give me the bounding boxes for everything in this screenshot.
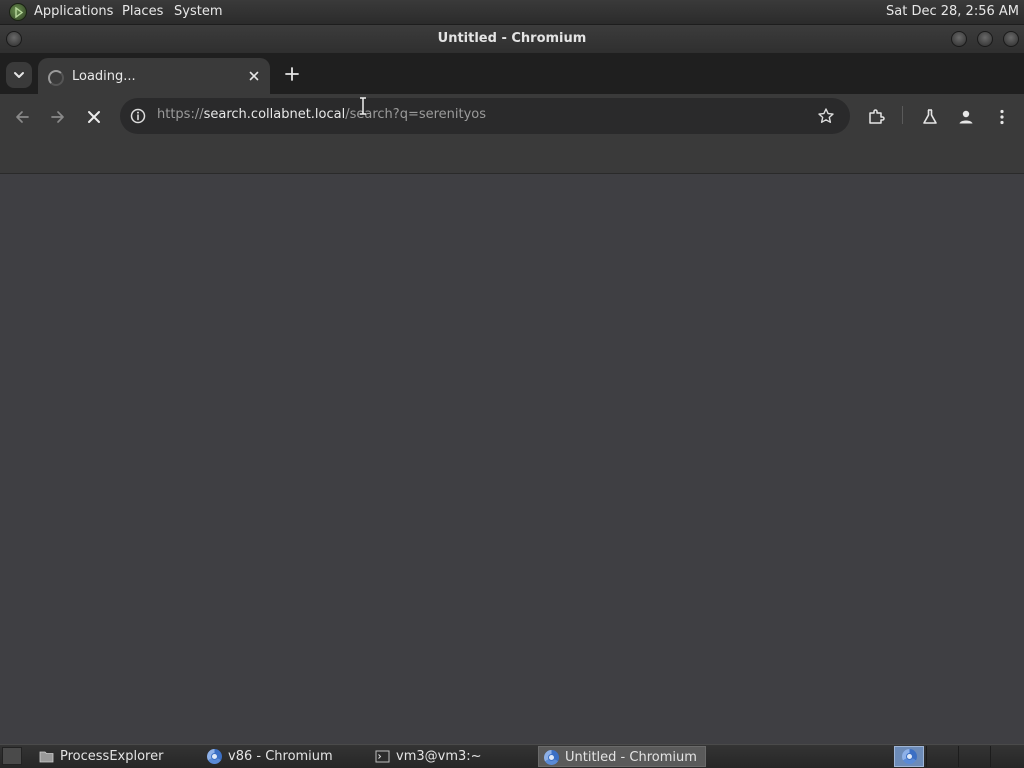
clock[interactable]: Sat Dec 28, 2:56 AM <box>886 4 1019 19</box>
top-panel: Applications Places System Sat Dec 28, 2… <box>0 0 1024 25</box>
window-title: Untitled - Chromium <box>437 31 587 46</box>
applications-logo-icon[interactable] <box>9 3 27 21</box>
extensions-icon <box>869 109 885 124</box>
chromium-icon <box>207 749 222 764</box>
profile-icon <box>959 110 973 124</box>
labs-flask-icon <box>923 109 937 124</box>
close-window-button[interactable] <box>1003 31 1019 47</box>
minimize-button[interactable] <box>951 31 967 47</box>
terminal-icon <box>375 750 390 763</box>
bookmark-star-icon[interactable] <box>816 106 836 126</box>
stop-icon <box>88 111 100 123</box>
taskbar-item-v86-chromium[interactable]: v86 - Chromium <box>202 746 368 767</box>
maximize-button[interactable] <box>977 31 993 47</box>
taskbar-item-label: v86 - Chromium <box>228 749 333 764</box>
address-bar[interactable]: https://search.collabnet.local/search?q=… <box>120 98 850 134</box>
taskbar-item-label: vm3@vm3:~ <box>396 749 482 764</box>
back-icon <box>16 111 29 123</box>
workspace-4-button[interactable] <box>990 746 1020 767</box>
stop-loading-button[interactable] <box>84 107 104 127</box>
window-titlebar[interactable]: Untitled - Chromium <box>0 25 1024 54</box>
text-cursor-icon <box>360 97 366 115</box>
taskbar-item-untitled-chromium[interactable]: Untitled - Chromium <box>538 746 706 767</box>
workspace-2-button[interactable] <box>926 746 956 767</box>
places-menu[interactable]: Places <box>122 4 163 19</box>
browser-toolbar: https://search.collabnet.local/search?q=… <box>0 94 1024 140</box>
taskbar-item-label: Untitled - Chromium <box>565 750 697 765</box>
loading-spinner-icon <box>48 70 64 86</box>
taskbar-item-processexplorer[interactable]: ProcessExplorer <box>34 746 200 767</box>
chromium-icon <box>902 749 917 764</box>
tab-active[interactable]: Loading... <box>38 58 270 94</box>
workspace-3-button[interactable] <box>958 746 988 767</box>
page-content[interactable] <box>0 174 1024 744</box>
labs-button[interactable] <box>920 107 940 127</box>
url-text[interactable]: https://search.collabnet.local/search?q=… <box>157 107 486 122</box>
show-desktop-icon[interactable] <box>2 747 22 765</box>
system-menu[interactable]: System <box>174 4 222 19</box>
folder-icon <box>39 751 54 763</box>
new-tab-plus-icon[interactable] <box>284 66 300 82</box>
taskbar-item-label: ProcessExplorer <box>60 749 164 764</box>
browser-menu-button[interactable] <box>992 107 1012 127</box>
tab-title: Loading... <box>72 69 136 84</box>
forward-icon <box>51 111 64 123</box>
site-info-icon[interactable] <box>129 107 147 125</box>
extensions-button[interactable] <box>866 107 886 127</box>
kebab-menu-icon <box>1000 109 1004 125</box>
workspace-1-button[interactable] <box>894 746 924 767</box>
forward-button[interactable] <box>48 107 68 127</box>
tab-search-button[interactable] <box>6 62 32 88</box>
back-button[interactable] <box>12 107 32 127</box>
toolbar-divider <box>902 106 903 124</box>
tab-close-icon[interactable] <box>246 68 262 84</box>
taskbar-item-terminal[interactable]: vm3@vm3:~ <box>370 746 536 767</box>
url-host: search.collabnet.local <box>203 107 346 122</box>
profile-button[interactable] <box>956 107 976 127</box>
chevron-down-icon <box>14 72 24 78</box>
url-scheme: https:// <box>157 107 204 122</box>
bookmarks-bar <box>0 140 1024 174</box>
applications-menu[interactable]: Applications <box>34 4 113 19</box>
taskbar: ProcessExplorer v86 - Chromium vm3@vm3:~… <box>0 744 1024 768</box>
tab-strip: Loading... <box>0 54 1024 94</box>
chromium-icon <box>544 750 559 765</box>
